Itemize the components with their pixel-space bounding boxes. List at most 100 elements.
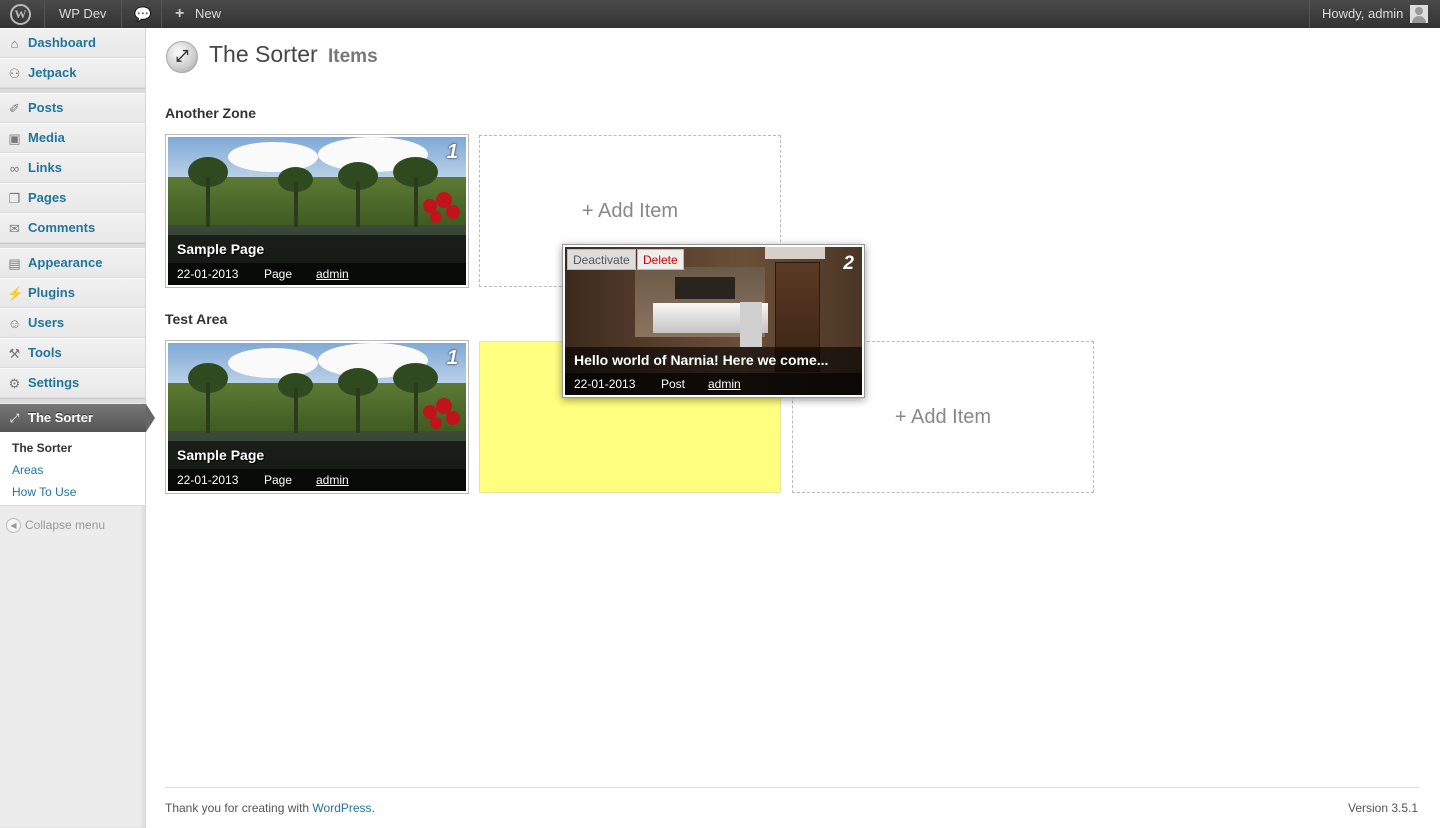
- sidebar-item-label: The Sorter: [28, 410, 94, 425]
- sidebar-item-label: Posts: [28, 100, 64, 115]
- submenu-item-how-to-use[interactable]: How To Use: [12, 485, 76, 499]
- item-author-link[interactable]: admin: [316, 267, 349, 281]
- avatar[interactable]: [1410, 5, 1428, 23]
- page-subtitle: Items: [328, 46, 378, 67]
- submenu-item-the-sorter[interactable]: The Sorter: [12, 441, 72, 455]
- divider: [1309, 0, 1310, 28]
- jetpack-icon: ⚇: [8, 66, 21, 81]
- sidebar-item-label: Dashboard: [28, 35, 96, 50]
- item-date: 22-01-2013: [177, 267, 239, 281]
- pages-icon: ❐: [8, 191, 21, 206]
- wordpress-link[interactable]: WordPress: [312, 801, 371, 815]
- divider: [44, 0, 45, 28]
- collapse-menu-button[interactable]: ◀ Collapse menu: [6, 518, 106, 534]
- admin-bar: W WP Dev 💬 + New Howdy, admin: [0, 0, 1440, 28]
- comments-icon[interactable]: 💬: [134, 0, 151, 28]
- sidebar-item-label: Comments: [28, 220, 96, 235]
- add-item-button[interactable]: + Add Item: [480, 200, 780, 223]
- delete-button[interactable]: Delete: [637, 249, 684, 270]
- sidebar-item-label: Links: [28, 160, 62, 175]
- footer-divider: [165, 787, 1420, 788]
- users-icon: ☺: [7, 316, 22, 331]
- arrows-icon: ⤢: [9, 411, 20, 425]
- item-meta: 22-01-2013 Page admin: [168, 263, 466, 285]
- divider: [161, 0, 162, 28]
- pin-icon: ✐: [9, 101, 20, 116]
- item-author-link[interactable]: admin: [316, 473, 349, 487]
- sidebar-item-users[interactable]: ☺ Users: [0, 308, 145, 338]
- sidebar-item-label: Settings: [28, 375, 80, 390]
- item-title: Sample Page: [177, 241, 265, 257]
- deactivate-button[interactable]: Deactivate: [567, 249, 636, 270]
- sidebar-item-comments[interactable]: ✉ Comments: [0, 213, 145, 243]
- sidebar-item-label: Appearance: [28, 255, 103, 270]
- sorter-page-icon: ⤢: [166, 41, 198, 73]
- sidebar-item-label: Users: [28, 315, 65, 330]
- item-title: Sample Page: [177, 447, 265, 463]
- dashboard-icon: ⌂: [10, 36, 19, 51]
- plus-icon: +: [175, 5, 185, 22]
- add-item-button[interactable]: + Add Item: [793, 406, 1093, 429]
- media-icon: ▣: [8, 131, 21, 146]
- sidebar-item-dashboard[interactable]: ⌂ Dashboard: [0, 28, 145, 58]
- item-order-number: 1: [446, 141, 458, 163]
- item-date: 22-01-2013: [177, 473, 239, 487]
- footer-thanks-suffix: .: [371, 801, 375, 815]
- footer-version: Version 3.5.1: [1348, 801, 1419, 815]
- collapse-menu-label: Collapse menu: [25, 518, 106, 532]
- sidebar-item-media[interactable]: ▣ Media: [0, 123, 145, 153]
- link-icon: ∞: [9, 161, 20, 176]
- sidebar-item-plugins[interactable]: ⚡ Plugins: [0, 278, 145, 308]
- appearance-icon: ▤: [8, 256, 21, 271]
- item-order-number: 1: [446, 347, 458, 369]
- sorter-submenu: The Sorter Areas How To Use: [0, 432, 145, 506]
- new-content-link[interactable]: New: [195, 0, 221, 28]
- tools-icon: ⚒: [8, 346, 21, 361]
- dragged-item-card[interactable]: Deactivate Delete 2 Hello world of Narni…: [562, 244, 865, 398]
- sidebar-item-pages[interactable]: ❐ Pages: [0, 183, 145, 213]
- site-name-link[interactable]: WP Dev: [59, 0, 106, 28]
- sidebar-item-label: Pages: [28, 190, 67, 205]
- sidebar-item-label: Tools: [28, 345, 62, 360]
- item-type: Post: [661, 377, 686, 391]
- sidebar-item-label: Plugins: [28, 285, 75, 300]
- footer-thanks-text: Thank you for creating with: [165, 801, 310, 815]
- sidebar-item-links[interactable]: ∞ Links: [0, 153, 145, 183]
- sidebar-item-settings[interactable]: ⚙ Settings: [0, 368, 145, 398]
- current-menu-arrow: [146, 404, 155, 432]
- sidebar-item-jetpack[interactable]: ⚇ Jetpack: [0, 58, 145, 88]
- settings-icon: ⚙: [8, 376, 21, 391]
- item-meta: 22-01-2013 Page admin: [168, 469, 466, 491]
- howdy-account-link[interactable]: Howdy, admin: [1322, 0, 1403, 28]
- item-type: Page: [264, 473, 293, 487]
- submenu-item-areas[interactable]: Areas: [12, 463, 43, 477]
- footer-thanks: Thank you for creating with WordPress.: [165, 801, 375, 815]
- sortable-item-card[interactable]: 1 Sample Page 22-01-2013 Page admin: [165, 134, 469, 288]
- sidebar-item-appearance[interactable]: ▤ Appearance: [0, 248, 145, 278]
- sidebar-item-tools[interactable]: ⚒ Tools: [0, 338, 145, 368]
- sidebar-item-the-sorter[interactable]: ⤢ The Sorter: [0, 404, 155, 432]
- item-type: Page: [264, 267, 293, 281]
- comment-icon: ✉: [9, 221, 20, 236]
- sortable-item-card[interactable]: 1 Sample Page 22-01-2013 Page admin: [165, 340, 469, 494]
- item-date: 22-01-2013: [574, 377, 636, 391]
- item-order-number: 2: [843, 253, 854, 274]
- item-caption: Sample Page: [168, 235, 466, 263]
- item-meta: 22-01-2013 Post admin: [565, 373, 862, 395]
- divider: [121, 0, 122, 28]
- item-caption: Hello world of Narnia! Here we come...: [565, 347, 862, 373]
- sidebar-item-label: Jetpack: [28, 65, 77, 80]
- item-caption: Sample Page: [168, 441, 466, 469]
- plugin-icon: ⚡: [7, 286, 24, 301]
- sidebar-item-posts[interactable]: ✐ Posts: [0, 93, 145, 123]
- admin-sidebar: ⌂ Dashboard ⚇ Jetpack ✐ Posts ▣ Media ∞ …: [0, 28, 155, 828]
- zone-title: Another Zone: [165, 105, 256, 121]
- collapse-arrow-icon: ◀: [6, 518, 21, 534]
- wordpress-logo-icon[interactable]: W: [10, 0, 34, 28]
- item-title: Hello world of Narnia! Here we come...: [574, 352, 829, 368]
- sidebar-item-label: Media: [28, 130, 65, 145]
- zone-title: Test Area: [165, 311, 228, 327]
- page-title: The Sorter: [209, 41, 318, 67]
- menu-separator: [0, 398, 145, 403]
- item-author-link[interactable]: admin: [708, 377, 741, 391]
